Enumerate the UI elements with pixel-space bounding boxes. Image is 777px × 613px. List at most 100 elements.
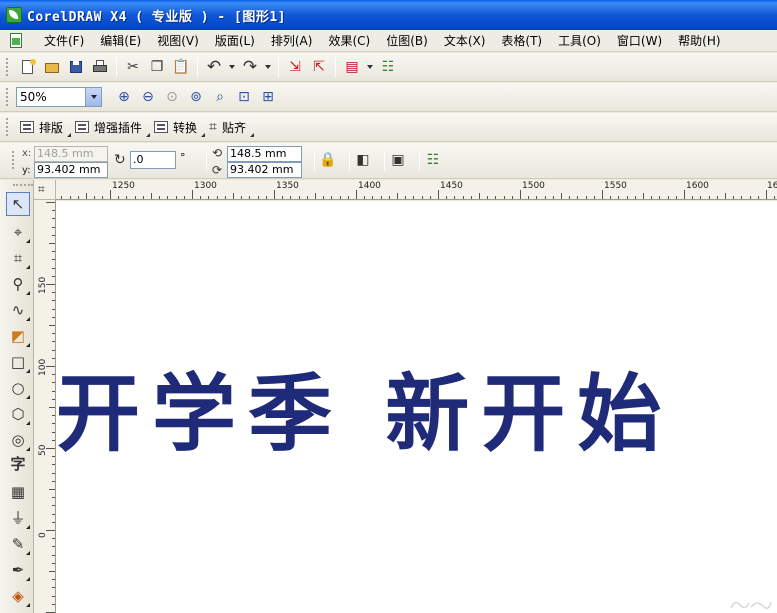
menu-window[interactable]: 窗口(W) bbox=[609, 32, 670, 49]
rotation-center-x-field[interactable]: 148.5 mm bbox=[227, 146, 302, 162]
outline-pen-tool[interactable]: ✒ bbox=[6, 558, 30, 582]
menu-bitmaps[interactable]: 位图(B) bbox=[378, 32, 436, 49]
vertical-ruler[interactable]: 150 100 50 0 bbox=[34, 200, 56, 613]
ruler-tick bbox=[200, 196, 202, 199]
menu-table[interactable]: 表格(T) bbox=[493, 32, 550, 49]
y-position-field[interactable]: 93.402 mm bbox=[34, 162, 108, 178]
smart-fill-tool[interactable]: ◩ bbox=[6, 324, 30, 348]
ruler-tick bbox=[528, 196, 530, 199]
ellipse-tool[interactable]: ○ bbox=[6, 376, 30, 400]
center-x-icon: ⟲ bbox=[212, 146, 223, 160]
pick-tool[interactable]: ↖ bbox=[6, 192, 30, 216]
freehand-tool[interactable]: ∿ bbox=[6, 298, 30, 322]
new-button[interactable] bbox=[16, 56, 40, 78]
redo-dropdown-arrow-icon[interactable] bbox=[265, 65, 271, 69]
wrap-text-button[interactable]: ▣ bbox=[386, 149, 410, 171]
save-button[interactable] bbox=[64, 56, 88, 78]
menu-layout[interactable]: 版面(L) bbox=[207, 32, 263, 49]
paste-button[interactable]: 📋 bbox=[169, 56, 193, 78]
ruler-tick bbox=[86, 193, 87, 199]
menu-file[interactable]: 文件(F) bbox=[36, 32, 92, 49]
text-tool[interactable]: 字 bbox=[6, 452, 30, 476]
toolbar-grip[interactable] bbox=[6, 58, 10, 76]
lock-button[interactable]: 🔒 bbox=[316, 149, 340, 171]
launcher-dropdown-arrow-icon[interactable] bbox=[367, 65, 373, 69]
mirror-button[interactable]: ◧ bbox=[351, 149, 375, 171]
menu-arrange[interactable]: 排列(A) bbox=[263, 32, 321, 49]
zoom-out-button[interactable]: ⊖ bbox=[136, 86, 160, 108]
ruler-tick bbox=[94, 196, 96, 199]
menu-tools[interactable]: 工具(O) bbox=[550, 32, 609, 49]
plugin-snap-button[interactable]: ⌗ 贴齐 bbox=[205, 116, 254, 138]
open-folder-icon bbox=[44, 59, 60, 75]
zoom-page-height-button[interactable]: ⊞ bbox=[256, 86, 280, 108]
plugin-enhance-button[interactable]: 增强插件 bbox=[71, 116, 151, 138]
table-tool[interactable]: ▦ bbox=[6, 480, 30, 504]
ruler-tick bbox=[757, 196, 759, 199]
zoom-dropdown-button[interactable] bbox=[85, 88, 101, 106]
toolbar-grip[interactable] bbox=[6, 88, 10, 106]
menu-text[interactable]: 文本(X) bbox=[436, 32, 494, 49]
zoom-all-objects-button[interactable]: ⊚ bbox=[184, 86, 208, 108]
paste-icon: 📋 bbox=[172, 59, 190, 75]
fill-tool[interactable]: ◈ bbox=[6, 584, 30, 608]
eyedropper-tool[interactable]: ✎ bbox=[6, 532, 30, 556]
ruler-tick bbox=[52, 398, 55, 400]
ruler-tick bbox=[536, 196, 538, 199]
rotation-angle-field[interactable]: .0 bbox=[130, 151, 176, 169]
ruler-tick bbox=[315, 193, 316, 199]
menu-effects[interactable]: 效果(C) bbox=[320, 32, 378, 49]
ruler-origin-corner[interactable]: ⌗ bbox=[34, 180, 56, 200]
options-button[interactable]: ☷ bbox=[376, 56, 400, 78]
interactive-blend-tool[interactable]: ⏚ bbox=[6, 506, 30, 530]
document-icon[interactable] bbox=[8, 32, 24, 49]
ruler-tick bbox=[323, 196, 325, 199]
export-button[interactable]: ⇱ bbox=[307, 56, 331, 78]
plugin-convert-button[interactable]: 转换 bbox=[150, 116, 206, 138]
toolbar-grip[interactable] bbox=[12, 151, 16, 169]
undo-dropdown-arrow-icon[interactable] bbox=[229, 65, 235, 69]
menu-help[interactable]: 帮助(H) bbox=[670, 32, 728, 49]
menu-view[interactable]: 视图(V) bbox=[149, 32, 207, 49]
zoom-page-width-button[interactable]: ⊡ bbox=[232, 86, 256, 108]
ruler-tick bbox=[52, 415, 55, 417]
launcher-icon: ▤ bbox=[345, 59, 359, 75]
zoom-selected-button[interactable]: ⊙ bbox=[160, 86, 184, 108]
ruler-tick bbox=[118, 196, 120, 199]
rotation-center-y-field[interactable]: 93.402 mm bbox=[227, 162, 302, 178]
property-options-button[interactable]: ☷ bbox=[421, 149, 445, 171]
toolbar-separator bbox=[278, 57, 279, 77]
undo-button[interactable]: ↶ bbox=[202, 56, 226, 78]
menu-edit[interactable]: 编辑(E) bbox=[92, 32, 149, 49]
save-icon bbox=[68, 59, 84, 75]
flyout-corner-icon bbox=[26, 265, 30, 269]
horizontal-ruler[interactable]: 1250 1300 1350 1400 1450 1500 1550 1600 … bbox=[56, 180, 777, 200]
zoom-in-button[interactable]: ⊕ bbox=[112, 86, 136, 108]
basic-shapes-tool[interactable]: ◎ bbox=[6, 428, 30, 452]
toolbar-grip[interactable] bbox=[6, 118, 10, 136]
ruler-tick bbox=[52, 513, 55, 515]
polygon-tool[interactable]: ⬡ bbox=[6, 402, 30, 426]
import-button[interactable]: ⇲ bbox=[283, 56, 307, 78]
plugin-layout-button[interactable]: 排版 bbox=[16, 116, 72, 138]
title-bar[interactable]: CorelDRAW X4 ( 专业版 ) - [图形1] bbox=[0, 0, 777, 30]
zoom-level-select[interactable]: 50% bbox=[16, 87, 102, 107]
open-button[interactable] bbox=[40, 56, 64, 78]
zoom-page-button[interactable]: ⌕ bbox=[208, 86, 232, 108]
crop-tool[interactable]: ⌗ bbox=[6, 246, 30, 270]
print-button[interactable] bbox=[88, 56, 112, 78]
redo-icon: ↷ bbox=[242, 57, 258, 77]
zoom-tool[interactable]: ⚲ bbox=[6, 272, 30, 296]
ruler-tick bbox=[684, 190, 685, 199]
ruler-tick bbox=[282, 196, 284, 199]
copy-button[interactable]: ❐ bbox=[145, 56, 169, 78]
shape-tool[interactable]: ⌖ bbox=[6, 220, 30, 244]
cut-button[interactable]: ✂ bbox=[121, 56, 145, 78]
application-launcher-button[interactable]: ▤ bbox=[340, 56, 364, 78]
redo-button[interactable]: ↷ bbox=[238, 56, 262, 78]
toolbox-grip[interactable] bbox=[13, 184, 33, 188]
x-position-field[interactable]: 148.5 mm bbox=[34, 146, 108, 162]
coreldraw-app-icon[interactable] bbox=[6, 7, 22, 23]
rectangle-tool[interactable]: □ bbox=[6, 350, 30, 374]
headline-text-object[interactable]: 开学季 新开始 bbox=[56, 372, 673, 456]
